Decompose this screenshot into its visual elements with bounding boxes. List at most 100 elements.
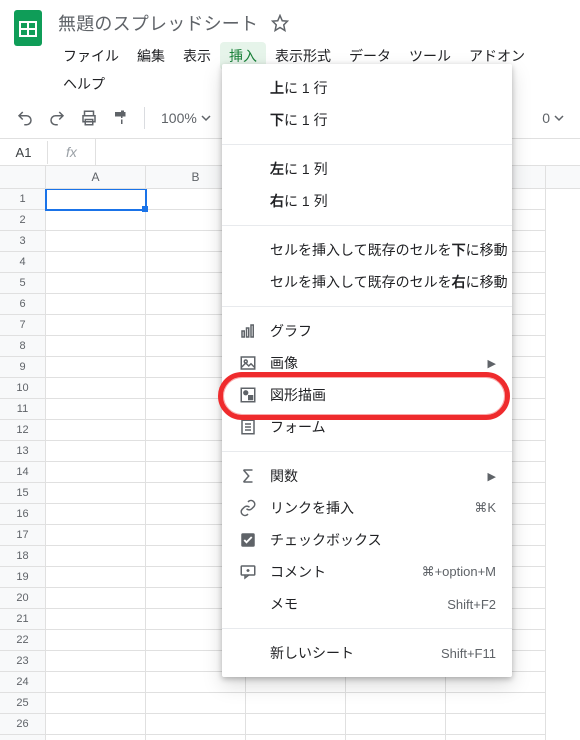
undo-button[interactable] (10, 103, 40, 133)
cell[interactable] (46, 273, 146, 294)
cell[interactable] (146, 714, 246, 735)
cell[interactable] (46, 525, 146, 546)
cell[interactable] (346, 735, 446, 740)
row-header[interactable]: 8 (0, 336, 46, 357)
row-header[interactable]: 17 (0, 525, 46, 546)
document-title[interactable]: 無題のスプレッドシート (54, 8, 262, 38)
menu-item[interactable]: 左に 1 列 (222, 153, 512, 185)
menu-item[interactable]: リンクを挿入⌘K (222, 492, 512, 524)
row-header[interactable]: 20 (0, 588, 46, 609)
menu-item[interactable]: メモShift+F2 (222, 588, 512, 620)
cell[interactable] (46, 546, 146, 567)
paint-format-button[interactable] (106, 103, 136, 133)
row-header[interactable]: 3 (0, 231, 46, 252)
row-header[interactable]: 5 (0, 273, 46, 294)
menu-item[interactable]: フォーム (222, 411, 512, 443)
cell[interactable] (46, 609, 146, 630)
cell[interactable] (46, 357, 146, 378)
row-header[interactable]: 2 (0, 210, 46, 231)
row-header[interactable]: 14 (0, 462, 46, 483)
menu-item[interactable]: セルを挿入して既存のセルを下に移動 (222, 234, 512, 266)
menu-item[interactable]: 新しいシートShift+F11 (222, 637, 512, 669)
redo-button[interactable] (42, 103, 72, 133)
menu-item[interactable]: コメント⌘+option+M (222, 556, 512, 588)
menu-item[interactable]: 上に 1 行 (222, 72, 512, 104)
cell[interactable] (346, 693, 446, 714)
cell[interactable] (346, 714, 446, 735)
cell[interactable] (246, 735, 346, 740)
menu-help[interactable]: ヘルプ (54, 70, 114, 98)
cell[interactable] (46, 693, 146, 714)
cell[interactable] (46, 231, 146, 252)
cell[interactable] (46, 210, 146, 231)
cell[interactable] (46, 735, 146, 740)
cell[interactable] (46, 462, 146, 483)
menu-item[interactable]: 画像▶ (222, 347, 512, 379)
menu-item[interactable]: 右に 1 列 (222, 185, 512, 217)
cell[interactable] (46, 420, 146, 441)
cell[interactable] (146, 693, 246, 714)
row-header[interactable]: 18 (0, 546, 46, 567)
menu-item[interactable]: 下に 1 行 (222, 104, 512, 136)
row-header[interactable]: 22 (0, 630, 46, 651)
cell[interactable] (446, 714, 546, 735)
cell[interactable] (246, 714, 346, 735)
cell[interactable] (46, 672, 146, 693)
print-button[interactable] (74, 103, 104, 133)
cell[interactable] (446, 735, 546, 740)
row-header[interactable]: 24 (0, 672, 46, 693)
sheets-logo[interactable] (12, 8, 44, 48)
row-header[interactable]: 7 (0, 315, 46, 336)
image-icon (238, 353, 258, 373)
cell[interactable] (46, 504, 146, 525)
row-header[interactable]: 26 (0, 714, 46, 735)
row-header[interactable]: 4 (0, 252, 46, 273)
cell[interactable] (46, 651, 146, 672)
row-header[interactable]: 15 (0, 483, 46, 504)
menu-item[interactable]: グラフ (222, 315, 512, 347)
cell[interactable] (46, 483, 146, 504)
cell[interactable] (46, 378, 146, 399)
column-header[interactable]: A (46, 166, 146, 188)
row-header[interactable]: 25 (0, 693, 46, 714)
cell[interactable] (46, 294, 146, 315)
cell[interactable] (46, 315, 146, 336)
row-header[interactable]: 16 (0, 504, 46, 525)
checkbox-icon (238, 530, 258, 550)
menu-file[interactable]: ファイル (54, 42, 128, 70)
cell[interactable] (246, 693, 346, 714)
name-box[interactable]: A1 (0, 141, 48, 164)
menu-item[interactable]: 関数▶ (222, 460, 512, 492)
menu-edit[interactable]: 編集 (128, 42, 174, 70)
cell[interactable] (146, 735, 246, 740)
row-header[interactable]: 19 (0, 567, 46, 588)
cell[interactable] (46, 630, 146, 651)
row-header[interactable]: 12 (0, 420, 46, 441)
menu-view[interactable]: 表示 (174, 42, 220, 70)
row-header[interactable]: 21 (0, 609, 46, 630)
row-header[interactable]: 9 (0, 357, 46, 378)
cell[interactable] (46, 567, 146, 588)
font-size-dropdown[interactable]: 0 (536, 110, 570, 126)
menu-item[interactable]: 図形描画 (222, 379, 512, 411)
cell[interactable] (46, 441, 146, 462)
cell[interactable] (46, 399, 146, 420)
cell[interactable] (46, 588, 146, 609)
star-icon[interactable] (270, 13, 290, 33)
row-header[interactable]: 6 (0, 294, 46, 315)
menu-item[interactable]: チェックボックス (222, 524, 512, 556)
zoom-dropdown[interactable]: 100% (153, 110, 219, 126)
cell[interactable] (446, 693, 546, 714)
row-header[interactable]: 13 (0, 441, 46, 462)
cell[interactable] (46, 714, 146, 735)
row-header[interactable]: 23 (0, 651, 46, 672)
menu-item[interactable]: セルを挿入して既存のセルを右に移動 (222, 266, 512, 298)
cell[interactable] (46, 252, 146, 273)
row-header[interactable]: 1 (0, 189, 46, 210)
row-header[interactable]: 11 (0, 399, 46, 420)
row-header[interactable]: 10 (0, 378, 46, 399)
row-header[interactable]: 27 (0, 735, 46, 740)
select-all-corner[interactable] (0, 166, 46, 188)
cell[interactable] (46, 336, 146, 357)
cell[interactable] (46, 189, 146, 210)
